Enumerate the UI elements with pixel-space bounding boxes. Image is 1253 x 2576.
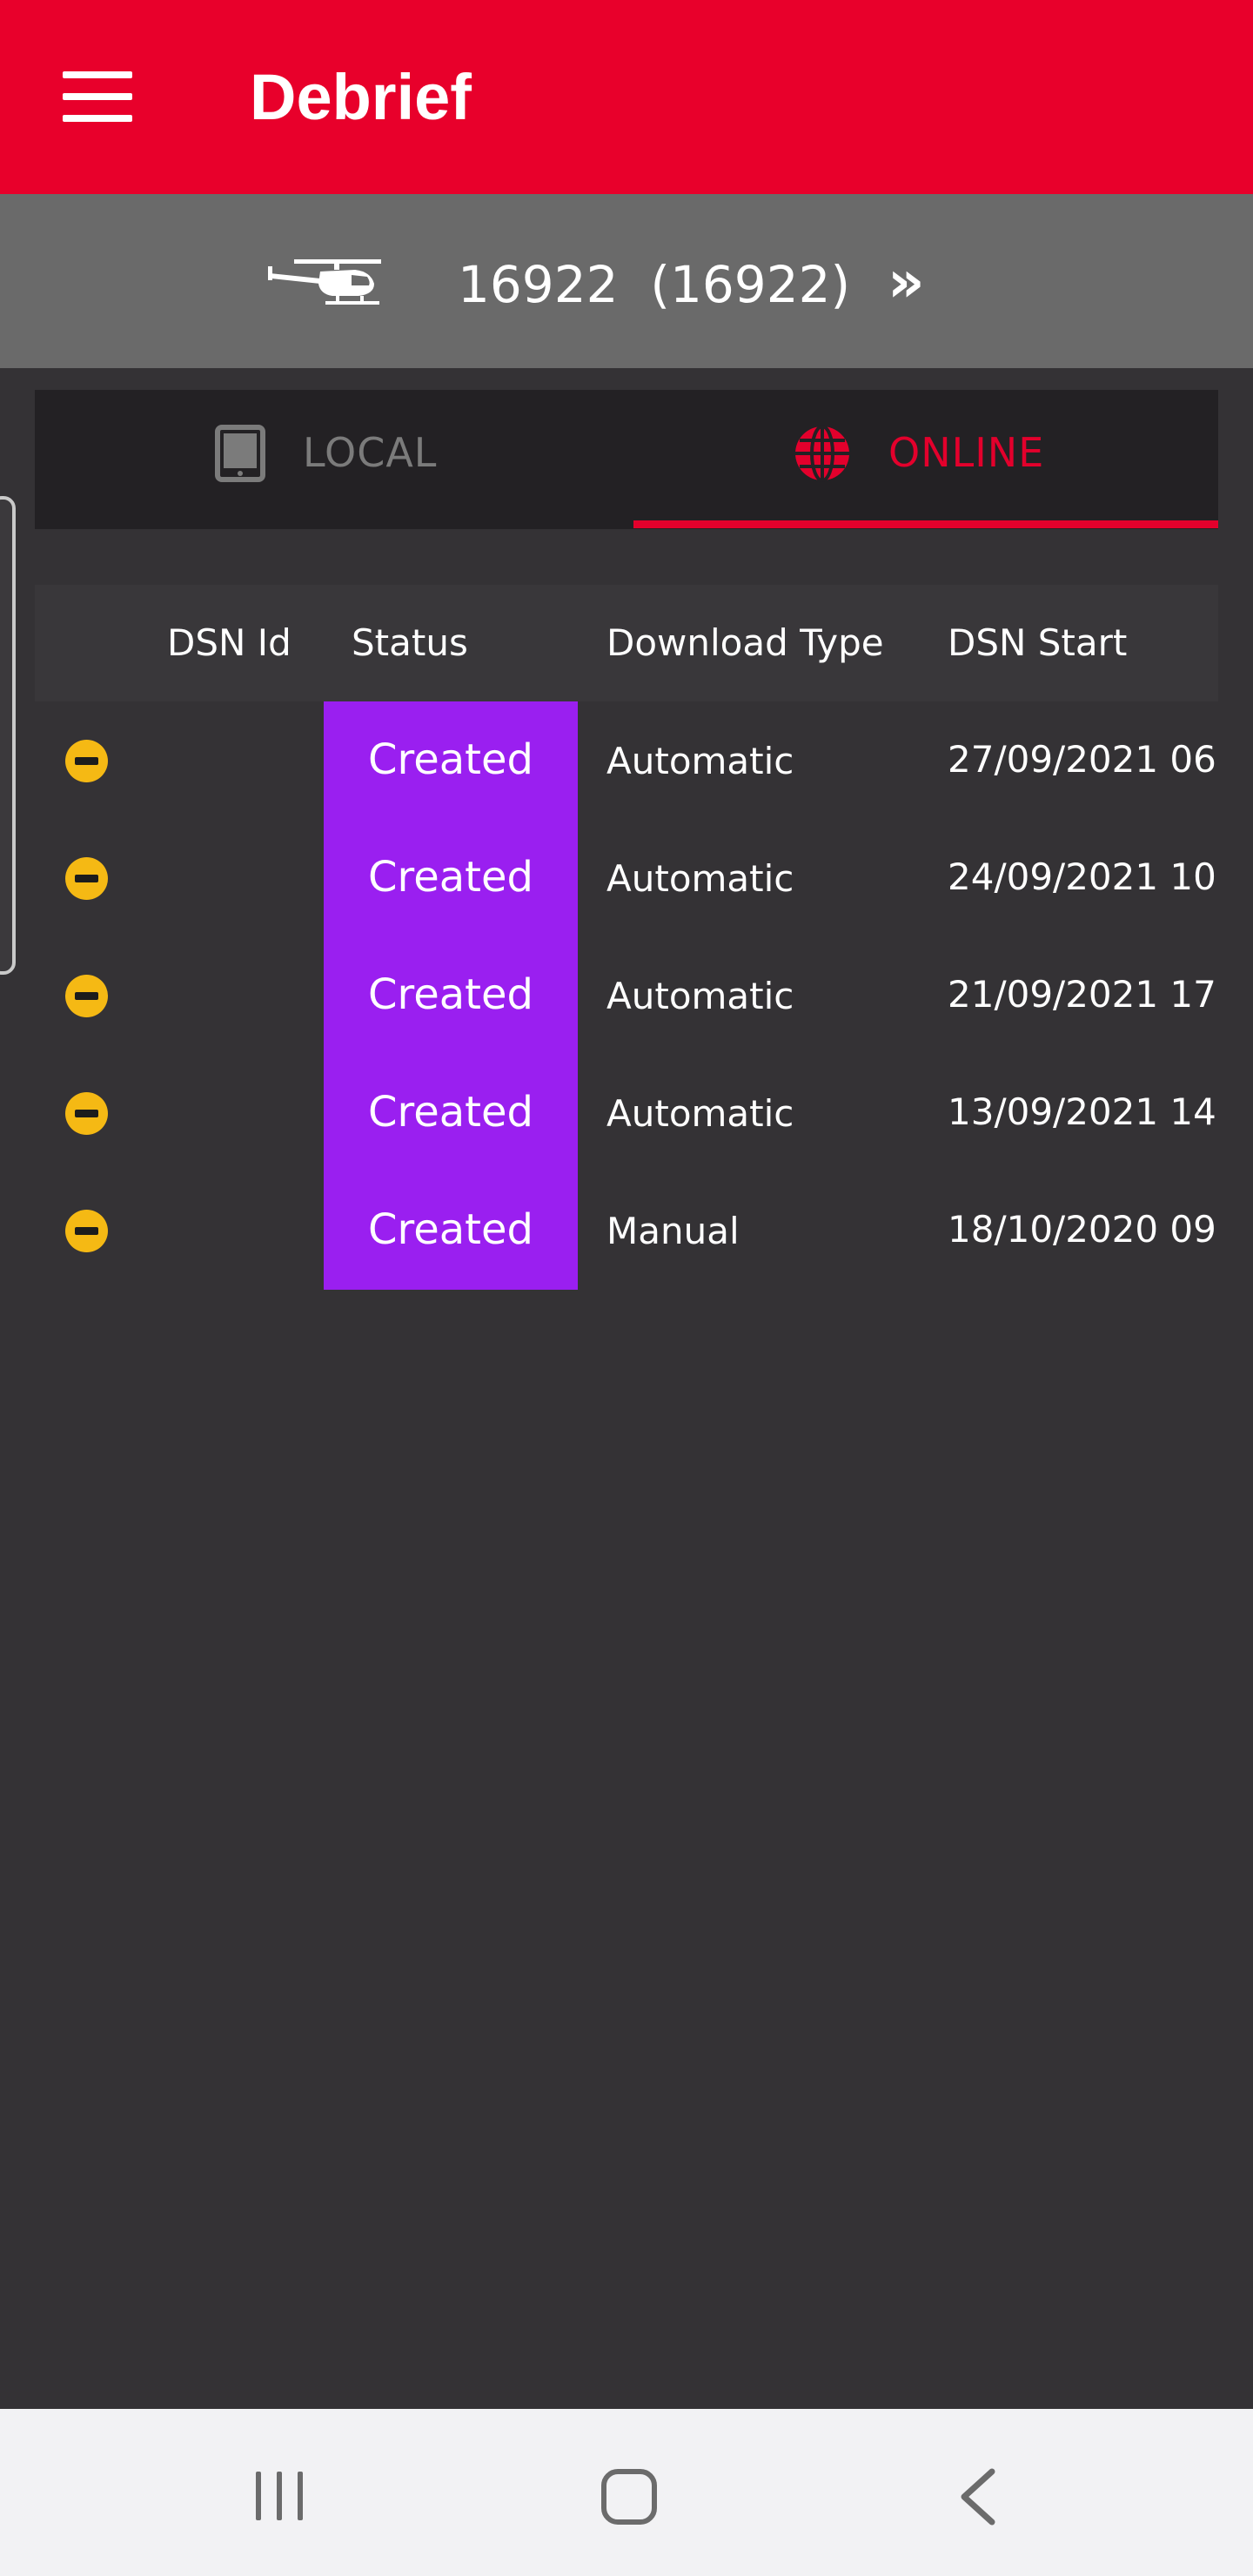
status-badge: Created (368, 1205, 533, 1254)
back-icon[interactable] (957, 2466, 999, 2527)
table-row[interactable]: 13/09/2021 14: (948, 1087, 1218, 1141)
remove-icon[interactable] (65, 740, 108, 782)
tab-local[interactable]: LOCAL (303, 426, 437, 480)
column-header-dsn-id[interactable]: DSN Id (167, 618, 291, 668)
status-badge: Created (368, 1088, 533, 1137)
home-icon[interactable] (600, 2468, 658, 2526)
dsn-start-cell: 18/10/2020 09 (948, 1208, 1216, 1251)
status-badge: Created (368, 970, 533, 1019)
remove-icon[interactable] (65, 1092, 108, 1135)
status-badge: Created (368, 735, 533, 784)
download-type-cell: Automatic (606, 1092, 794, 1135)
table-row[interactable]: 18/10/2020 09 (948, 1204, 1218, 1258)
table-row[interactable]: 21/09/2021 17:1 (948, 969, 1218, 1023)
column-header-download-type[interactable]: Download Type (606, 618, 884, 668)
download-type-cell: Manual (606, 1210, 740, 1252)
remove-icon[interactable] (65, 857, 108, 900)
remove-icon[interactable] (65, 1210, 108, 1252)
download-type-cell: Automatic (606, 857, 794, 900)
status-badge: Created (368, 853, 533, 902)
globe-icon (795, 425, 849, 482)
recents-icon[interactable] (252, 2470, 306, 2522)
app-bar: Debrief (0, 0, 1253, 194)
table-row[interactable]: 27/09/2021 06 (948, 735, 1218, 788)
page-title: Debrief (250, 61, 472, 133)
tab-online[interactable]: ONLINE (888, 426, 1044, 480)
dsn-start-cell: 13/09/2021 14: (948, 1090, 1218, 1133)
next-aircraft-button[interactable]: » (888, 251, 925, 313)
aircraft-id[interactable]: 16922 (16922) (458, 253, 850, 316)
drawer-handle[interactable] (0, 496, 16, 975)
remove-icon[interactable] (65, 975, 108, 1017)
dsn-start-cell: 24/09/2021 10 (948, 855, 1216, 898)
dsn-start-cell: 21/09/2021 17:1 (948, 973, 1218, 1016)
tablet-icon (215, 425, 265, 482)
download-type-cell: Automatic (606, 740, 794, 782)
column-header-dsn-start[interactable]: DSN Start (948, 618, 1127, 668)
active-tab-indicator (633, 520, 1218, 528)
dsn-start-cell: 27/09/2021 06 (948, 738, 1216, 781)
download-type-cell: Automatic (606, 975, 794, 1017)
column-header-status[interactable]: Status (352, 618, 468, 668)
menu-icon[interactable] (63, 71, 132, 122)
helicopter-icon (268, 259, 381, 305)
table-row[interactable]: 24/09/2021 10 (948, 852, 1218, 906)
